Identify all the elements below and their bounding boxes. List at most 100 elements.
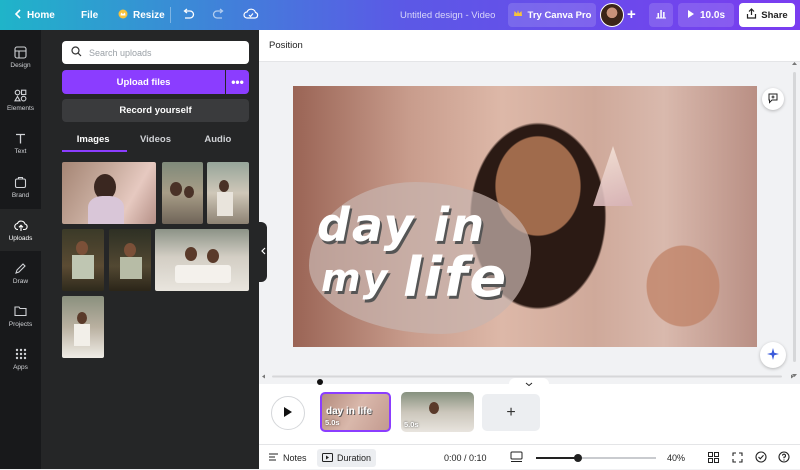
check-circle-icon[interactable] bbox=[755, 451, 767, 466]
file-menu[interactable]: File bbox=[81, 10, 98, 21]
notes-icon bbox=[268, 452, 279, 464]
try-pro-label: Try Canva Pro bbox=[527, 9, 592, 21]
upload-thumbnail[interactable] bbox=[155, 229, 249, 291]
left-rail: Design Elements Text Brand Uploads Draw bbox=[0, 30, 41, 469]
record-yourself-button[interactable]: Record yourself bbox=[62, 99, 249, 122]
rail-item-draw[interactable]: Draw bbox=[0, 252, 41, 294]
bottom-bar: Notes Duration 0:00 / 0:10 40% bbox=[259, 444, 800, 469]
tab-audio[interactable]: Audio bbox=[187, 130, 249, 152]
rail-label: Text bbox=[14, 148, 27, 155]
top-bar: Home File Resize Untitled design - Video… bbox=[0, 0, 800, 30]
active-tab-indicator bbox=[62, 150, 127, 152]
design-canvas[interactable]: day in my life bbox=[293, 86, 757, 347]
avatar[interactable] bbox=[600, 3, 624, 27]
file-label: File bbox=[81, 9, 99, 21]
timeline-handle[interactable] bbox=[509, 378, 549, 387]
insights-button[interactable] bbox=[649, 3, 673, 27]
rail-item-design[interactable]: Design bbox=[0, 36, 41, 78]
zoom-level[interactable]: 40% bbox=[667, 445, 685, 470]
vertical-scrollbar[interactable] bbox=[791, 62, 798, 377]
help-icon[interactable] bbox=[778, 451, 790, 466]
rail-item-brand[interactable]: Brand bbox=[0, 166, 41, 208]
upload-more-button[interactable]: ••• bbox=[226, 70, 249, 94]
rail-label: Brand bbox=[11, 192, 30, 199]
media-tabs: Images Videos Audio bbox=[62, 130, 249, 152]
chevron-left-icon bbox=[260, 247, 266, 257]
canvas-title-line-1[interactable]: day in bbox=[317, 198, 486, 252]
text-icon bbox=[14, 131, 28, 145]
search-box[interactable] bbox=[62, 41, 249, 64]
canvas-title-line-2a[interactable]: my bbox=[321, 256, 389, 300]
sparkle-icon bbox=[766, 347, 780, 364]
shapes-icon bbox=[14, 88, 28, 102]
upload-thumbnail[interactable] bbox=[109, 229, 151, 291]
share-label: Share bbox=[761, 9, 788, 21]
canvas-title-line-2b[interactable]: life bbox=[403, 246, 508, 309]
resize-button[interactable]: Resize bbox=[118, 9, 165, 22]
clip-duration: 5.0s bbox=[325, 418, 340, 427]
timeline-play-button[interactable] bbox=[271, 396, 305, 430]
rail-label: Elements bbox=[6, 105, 35, 112]
timeline-clip-2[interactable]: 5.0s bbox=[401, 392, 474, 432]
collapse-panel-button[interactable] bbox=[259, 222, 267, 282]
rail-item-projects[interactable]: Projects bbox=[0, 295, 41, 337]
share-button[interactable]: Share bbox=[739, 3, 795, 27]
try-pro-button[interactable]: Try Canva Pro bbox=[508, 3, 596, 27]
position-button[interactable]: Position bbox=[269, 40, 303, 51]
rail-item-text[interactable]: Text bbox=[0, 122, 41, 164]
duration-icon bbox=[322, 452, 333, 464]
tab-images[interactable]: Images bbox=[62, 130, 124, 152]
zoom-slider-knob[interactable] bbox=[574, 454, 582, 462]
apps-grid-icon bbox=[14, 347, 28, 361]
undo-icon[interactable] bbox=[181, 7, 195, 24]
zoom-slider[interactable] bbox=[536, 454, 656, 462]
rail-item-elements[interactable]: Elements bbox=[0, 79, 41, 121]
rail-label: Draw bbox=[12, 278, 29, 285]
timeline-clip-1[interactable]: day in life 5.0s bbox=[320, 392, 391, 432]
search-input[interactable] bbox=[89, 47, 239, 58]
clip-duration: 5.0s bbox=[404, 420, 419, 429]
time-readout: 0:00 / 0:10 bbox=[444, 452, 487, 463]
comment-add-icon bbox=[767, 92, 779, 107]
tab-videos[interactable]: Videos bbox=[124, 130, 186, 152]
crown-icon bbox=[513, 9, 523, 21]
upload-thumbnail[interactable] bbox=[62, 162, 156, 224]
playhead[interactable] bbox=[317, 379, 323, 385]
duration-button[interactable]: Duration bbox=[317, 449, 377, 467]
rail-item-uploads[interactable]: Uploads bbox=[0, 209, 41, 251]
notes-button[interactable]: Notes bbox=[268, 445, 307, 470]
clip-thumbnail-text: day in life bbox=[326, 406, 373, 417]
upload-thumbnail[interactable] bbox=[162, 162, 203, 224]
rail-label: Uploads bbox=[8, 235, 33, 242]
home-button[interactable]: Home bbox=[14, 8, 55, 22]
property-toolbar: Position bbox=[259, 30, 800, 62]
present-play-button[interactable]: 10.0s bbox=[678, 3, 734, 27]
upload-thumbnail[interactable] bbox=[62, 229, 104, 291]
chevron-left-icon bbox=[14, 8, 22, 22]
search-icon bbox=[71, 45, 82, 60]
bar-chart-icon bbox=[655, 8, 667, 22]
plus-icon[interactable]: + bbox=[627, 6, 636, 23]
divider bbox=[170, 7, 171, 23]
page-view-icon[interactable] bbox=[510, 451, 523, 466]
magic-assist-button[interactable] bbox=[760, 342, 786, 368]
crown-icon bbox=[118, 9, 128, 22]
rail-item-apps[interactable]: Apps bbox=[0, 338, 41, 380]
zoom-slider-fill bbox=[536, 457, 578, 459]
upload-thumbnail[interactable] bbox=[62, 296, 104, 358]
uploads-panel: Upload files ••• Record yourself Images … bbox=[41, 30, 259, 469]
comment-button[interactable] bbox=[762, 88, 784, 110]
redo-icon[interactable] bbox=[212, 7, 226, 24]
play-duration: 10.0s bbox=[699, 9, 726, 21]
add-page-button[interactable]: + bbox=[482, 394, 540, 431]
share-icon bbox=[746, 8, 757, 22]
document-title[interactable]: Untitled design - Video bbox=[400, 10, 495, 21]
grid-view-icon[interactable] bbox=[708, 452, 719, 466]
cloud-check-icon[interactable] bbox=[243, 7, 259, 24]
upload-thumbnail[interactable] bbox=[207, 162, 249, 224]
play-icon bbox=[687, 9, 695, 22]
fullscreen-icon[interactable] bbox=[732, 452, 743, 466]
pen-icon bbox=[14, 261, 28, 275]
folder-icon bbox=[14, 304, 28, 318]
upload-files-button[interactable]: Upload files bbox=[62, 70, 225, 94]
